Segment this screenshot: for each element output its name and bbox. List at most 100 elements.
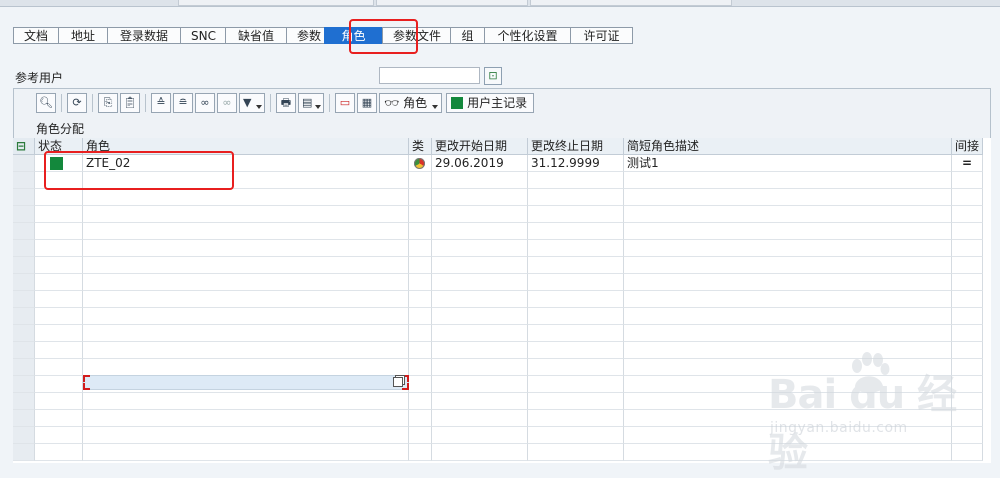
empty-cell[interactable] [409,172,432,189]
empty-cell[interactable] [432,342,528,359]
row-selector[interactable] [13,274,35,291]
empty-cell[interactable] [409,223,432,240]
empty-cell[interactable] [35,444,83,461]
user-master-record-button[interactable]: 用户主记录 [446,93,535,113]
empty-cell[interactable] [35,291,83,308]
empty-cell[interactable] [528,274,624,291]
end-date-cell[interactable]: 31.12.9999 [528,155,624,172]
empty-cell[interactable] [409,444,432,461]
empty-cell[interactable] [528,376,624,393]
sort-descending-button[interactable]: ≘ [173,93,193,113]
tab-snc[interactable]: SNC [180,27,225,44]
empty-row[interactable] [13,291,991,308]
empty-cell[interactable] [409,308,432,325]
row-selector[interactable] [13,172,35,189]
empty-row[interactable] [13,257,991,274]
empty-row[interactable] [13,308,991,325]
empty-cell[interactable] [409,291,432,308]
empty-cell[interactable] [528,240,624,257]
empty-cell[interactable] [624,240,952,257]
empty-row[interactable] [13,223,991,240]
empty-cell[interactable] [409,189,432,206]
empty-cell[interactable] [624,291,952,308]
row-selector[interactable] [13,240,35,257]
col-indirect[interactable]: 间接 [952,138,983,155]
active-role-input-cell[interactable] [83,375,409,390]
empty-cell[interactable] [83,308,409,325]
tab-license[interactable]: 许可证 [570,27,633,44]
row-selector[interactable] [13,342,35,359]
tab-logon-data[interactable]: 登录数据 [107,27,180,44]
find-button[interactable]: ∞ [195,93,215,113]
empty-cell[interactable] [528,444,624,461]
empty-cell[interactable] [83,410,409,427]
empty-cell[interactable] [432,172,528,189]
tab-defaults[interactable]: 缺省值 [225,27,286,44]
empty-cell[interactable] [409,257,432,274]
filter-button[interactable]: ▼ [239,93,265,113]
row-selector[interactable] [13,189,35,206]
reference-user-input[interactable] [379,67,480,84]
empty-cell[interactable] [624,189,952,206]
refresh-button[interactable]: ⟳ [67,93,87,113]
empty-cell[interactable] [624,206,952,223]
empty-cell[interactable] [35,308,83,325]
empty-cell[interactable] [83,393,409,410]
empty-row[interactable] [13,274,991,291]
empty-cell[interactable] [952,240,983,257]
col-change-end-date[interactable]: 更改终止日期 [528,138,624,155]
empty-cell[interactable] [35,240,83,257]
empty-cell[interactable] [432,274,528,291]
empty-cell[interactable] [432,189,528,206]
col-change-start-date[interactable]: 更改开始日期 [432,138,528,155]
empty-cell[interactable] [83,257,409,274]
empty-cell[interactable] [35,325,83,342]
empty-cell[interactable] [528,172,624,189]
row-selector[interactable] [13,155,35,172]
empty-cell[interactable] [528,223,624,240]
empty-cell[interactable] [624,223,952,240]
row-selector[interactable] [13,393,35,410]
empty-cell[interactable] [432,206,528,223]
tab-personalization[interactable]: 个性化设置 [484,27,570,44]
details-button[interactable]: 🔍︎ [36,93,56,113]
empty-row[interactable] [13,325,991,342]
empty-cell[interactable] [35,359,83,376]
empty-cell[interactable] [624,325,952,342]
empty-cell[interactable] [624,257,952,274]
empty-cell[interactable] [952,172,983,189]
empty-cell[interactable] [624,308,952,325]
empty-cell[interactable] [624,274,952,291]
copy-button[interactable]: ⎘ [98,93,118,113]
empty-cell[interactable] [432,427,528,444]
empty-cell[interactable] [528,308,624,325]
empty-cell[interactable] [528,342,624,359]
empty-row[interactable] [13,206,991,223]
row-selector[interactable] [13,291,35,308]
empty-cell[interactable] [624,172,952,189]
row-selector[interactable] [13,257,35,274]
empty-cell[interactable] [409,342,432,359]
row-selector[interactable] [13,206,35,223]
row-selector[interactable] [13,376,35,393]
row-selector[interactable] [13,325,35,342]
empty-cell[interactable] [432,240,528,257]
empty-cell[interactable] [528,291,624,308]
empty-cell[interactable] [528,206,624,223]
empty-cell[interactable] [432,325,528,342]
empty-cell[interactable] [83,240,409,257]
row-selector[interactable] [13,427,35,444]
empty-cell[interactable] [83,189,409,206]
role-view-dropdown[interactable]: 👓︎ 角色 [379,93,443,113]
empty-cell[interactable] [528,325,624,342]
empty-cell[interactable] [952,274,983,291]
print-button[interactable]: 🖶︎ [276,93,296,113]
empty-cell[interactable] [952,206,983,223]
empty-row[interactable] [13,189,991,206]
empty-cell[interactable] [432,257,528,274]
empty-cell[interactable] [952,308,983,325]
empty-cell[interactable] [528,410,624,427]
empty-cell[interactable] [432,291,528,308]
empty-cell[interactable] [35,393,83,410]
empty-cell[interactable] [35,189,83,206]
